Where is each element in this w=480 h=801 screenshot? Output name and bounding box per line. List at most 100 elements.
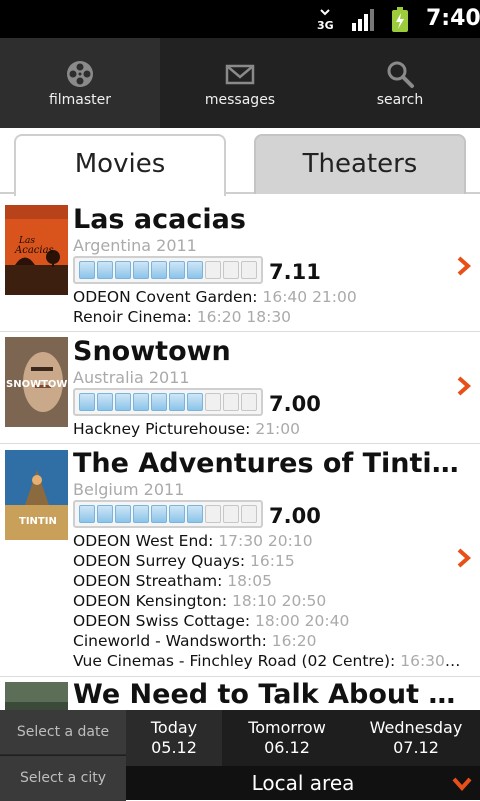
rating-score: 7.00 <box>269 504 321 528</box>
clock: 7:40 <box>426 6 480 31</box>
rating-segment <box>205 393 221 411</box>
select-city-label: Select a city <box>0 756 126 801</box>
rating-segment <box>133 505 149 523</box>
showing-row: Cineworld - Wandsworth: 16:20 <box>73 632 463 650</box>
rating-segment <box>187 393 203 411</box>
movie-title: We Need to Talk About Kevin <box>73 679 468 710</box>
rating-segment <box>79 261 95 279</box>
tab-movies[interactable]: Movies <box>14 134 226 196</box>
film-reel-icon <box>67 61 93 87</box>
show-times: 21:00 <box>255 420 300 438</box>
movie-title: Snowtown <box>73 336 231 367</box>
showing-row: ODEON Kensington: 18:10 20:50 <box>73 592 463 610</box>
show-times: 16:20 <box>271 632 317 650</box>
movie-title: Las acacias <box>73 204 246 235</box>
rating-segment <box>133 261 149 279</box>
show-times: 16:40 21:00 <box>262 288 357 306</box>
rating-segment <box>97 505 113 523</box>
rating-segment <box>115 393 131 411</box>
rating-segment <box>151 505 167 523</box>
cinema-name: ODEON West End: <box>73 532 214 550</box>
rating-segment <box>151 261 167 279</box>
rating-segment <box>241 393 257 411</box>
date-option-wednesday[interactable]: Wednesday 07.12 <box>352 710 480 766</box>
cinema-name: ODEON Surrey Quays: <box>73 552 246 570</box>
movie-country-year: Belgium 2011 <box>73 480 185 499</box>
rating-segment <box>241 261 257 279</box>
show-times: 18:05 <box>227 572 272 590</box>
movie-country-year: Australia 2011 <box>73 368 190 387</box>
list-item[interactable]: SNOWTOWN Snowtown Australia 2011 7.00 Ha… <box>0 332 480 444</box>
date-option-today[interactable]: Today 05.12 <box>126 710 222 766</box>
signal-strength-icon <box>352 9 374 31</box>
rating-segment <box>169 261 185 279</box>
nav-filmaster[interactable]: filmaster <box>0 38 160 128</box>
rating-segment <box>241 505 257 523</box>
cinema-name: Renoir Cinema: <box>73 308 192 326</box>
rating-bar <box>73 256 263 284</box>
showing-row: ODEON West End: 17:30 20:10 <box>73 532 463 550</box>
chevron-right-icon[interactable] <box>456 256 472 276</box>
rating-segment <box>151 393 167 411</box>
day-name: Today <box>150 718 198 737</box>
chevron-right-icon[interactable] <box>456 548 472 568</box>
movie-poster <box>5 682 68 710</box>
showing-row: ODEON Swiss Cottage: 18:00 20:40 <box>73 612 463 630</box>
cinema-name: ODEON Swiss Cottage: <box>73 612 251 630</box>
day-name: Wednesday <box>369 718 463 737</box>
day-date: 07.12 <box>393 738 439 757</box>
rating-segment <box>79 393 95 411</box>
cinema-name: ODEON Kensington: <box>73 592 228 610</box>
envelope-icon <box>225 64 255 85</box>
movie-list[interactable]: Las Acacias Las acacias Argentina 2011 7… <box>0 196 480 710</box>
svg-text:Acacias: Acacias <box>14 245 54 256</box>
rating-segment <box>169 505 185 523</box>
select-date-label: Select a date <box>0 710 126 755</box>
day-date: 05.12 <box>151 738 197 757</box>
list-item[interactable]: TINTIN The Adventures of Tintin: Th... B… <box>0 444 480 677</box>
rating-segment <box>223 261 239 279</box>
rating-segment <box>115 505 131 523</box>
battery-charging-icon <box>392 7 408 32</box>
date-option-tomorrow[interactable]: Tomorrow 06.12 <box>222 710 352 766</box>
rating-segment <box>115 261 131 279</box>
showing-row: ODEON Covent Garden: 16:40 21:00 <box>73 288 463 306</box>
nav-search[interactable]: search <box>320 38 480 128</box>
show-times: 16:30 1... <box>400 652 463 670</box>
showing-row: Vue Cinemas - Finchley Road (02 Centre):… <box>73 652 463 670</box>
movie-country-year: Argentina 2011 <box>73 236 197 255</box>
chevron-right-icon[interactable] <box>456 376 472 396</box>
list-item[interactable]: Las Acacias Las acacias Argentina 2011 7… <box>0 196 480 332</box>
rating-segment <box>205 505 221 523</box>
cinema-name: Hackney Picturehouse: <box>73 420 251 438</box>
nav-search-label: search <box>376 92 424 108</box>
movie-title: The Adventures of Tintin: Th... <box>73 448 468 479</box>
movie-poster: Las Acacias <box>5 205 68 295</box>
svg-text:3G: 3G <box>317 19 334 32</box>
magnifier-icon <box>387 61 414 88</box>
nav-messages[interactable]: messages <box>160 38 320 128</box>
rating-bar <box>73 500 263 528</box>
rating-segment <box>187 261 203 279</box>
rating-score: 7.00 <box>269 392 321 416</box>
list-item[interactable]: We Need to Talk About Kevin <box>0 677 480 710</box>
rating-segment <box>223 393 239 411</box>
show-times: 18:00 20:40 <box>255 612 350 630</box>
showing-row: ODEON Streatham: 18:05 <box>73 572 463 590</box>
show-times: 16:15 <box>250 552 295 570</box>
network-3g-icon: 3G <box>317 9 334 32</box>
rating-bar <box>73 388 263 416</box>
show-times: 18:10 20:50 <box>232 592 327 610</box>
city-selector[interactable]: Local area <box>126 766 480 800</box>
rating-segment <box>97 393 113 411</box>
top-navigation: filmaster messages search <box>0 38 480 128</box>
cinema-name: ODEON Streatham: <box>73 572 223 590</box>
svg-text:TINTIN: TINTIN <box>19 516 57 527</box>
day-name: Tomorrow <box>248 718 326 737</box>
rating-segment <box>169 393 185 411</box>
chevron-down-icon[interactable] <box>452 776 472 792</box>
show-times: 16:20 18:30 <box>196 308 292 326</box>
rating-segment <box>97 261 113 279</box>
showing-row: Hackney Picturehouse: 21:00 <box>73 420 463 438</box>
tab-theaters[interactable]: Theaters <box>254 134 466 194</box>
